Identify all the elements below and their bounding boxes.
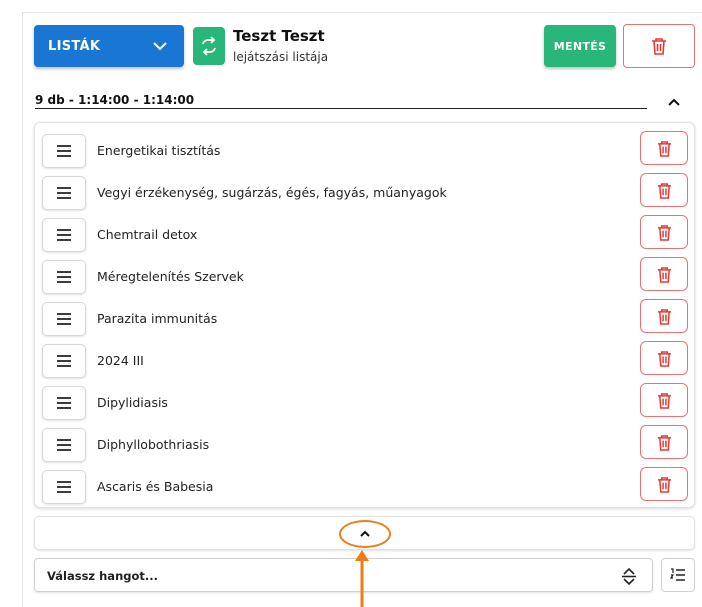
delete-playlist-button[interactable] (623, 24, 695, 68)
save-button[interactable]: MENTÉS (544, 25, 616, 67)
chevron-down-icon (153, 42, 167, 51)
menu-icon (57, 229, 71, 241)
swap-icon (202, 36, 216, 56)
trash-icon (657, 434, 671, 451)
trash-icon (657, 266, 671, 283)
menu-icon (57, 271, 71, 283)
trash-icon (657, 224, 671, 241)
delete-item-button[interactable] (640, 173, 688, 207)
list-item-label: Parazita immunitás (97, 311, 218, 326)
list-item-label: Energetikai tisztítás (97, 143, 221, 158)
list-item: 2024 III (35, 341, 694, 382)
list-item: Ascaris és Babesia (35, 467, 694, 508)
trash-icon (657, 392, 671, 409)
list-item: Dipylidiasis (35, 383, 694, 424)
menu-icon (57, 313, 71, 325)
list-item: Vegyi érzékenység, sugárzás, égés, fagyá… (35, 173, 694, 214)
chevron-up-icon (360, 530, 370, 537)
delete-item-button[interactable] (640, 467, 688, 501)
delete-item-button[interactable] (640, 383, 688, 417)
list-item-label: Dipylidiasis (97, 395, 168, 410)
menu-icon (57, 397, 71, 409)
drag-handle[interactable] (42, 218, 86, 252)
delete-item-button[interactable] (640, 341, 688, 375)
playlist-summary: 9 db - 1:14:00 - 1:14:00 (35, 93, 647, 109)
list-item: Méregtelenítés Szervek (35, 257, 694, 298)
delete-item-button[interactable] (640, 131, 688, 165)
sound-select[interactable]: Válassz hangot... (34, 558, 653, 592)
delete-item-button[interactable] (640, 215, 688, 249)
list-item: Chemtrail detox (35, 215, 694, 256)
collapse-button[interactable] (664, 92, 684, 112)
menu-icon (57, 355, 71, 367)
lists-label: LISTÁK (48, 38, 101, 54)
sort-icon (670, 568, 685, 581)
list-item-label: Diphyllobothriasis (97, 437, 210, 452)
drag-handle[interactable] (42, 470, 86, 504)
list-item-label: Ascaris és Babesia (97, 479, 214, 494)
drag-handle[interactable] (42, 260, 86, 294)
chevron-up-icon (668, 98, 680, 106)
trash-icon (657, 182, 671, 199)
list-item: Parazita immunitás (35, 299, 694, 340)
drag-handle[interactable] (42, 302, 86, 336)
delete-item-button[interactable] (640, 425, 688, 459)
sort-button[interactable] (661, 558, 695, 592)
sound-select-placeholder: Válassz hangot... (47, 569, 158, 583)
trash-icon (652, 38, 666, 55)
playlist-title: Teszt Teszt (233, 27, 325, 45)
list-item-label: 2024 III (97, 353, 144, 368)
drag-handle[interactable] (42, 134, 86, 168)
list-item-label: Méregtelenítés Szervek (97, 269, 244, 284)
annotation-arrow-icon (355, 550, 369, 607)
trash-icon (657, 476, 671, 493)
delete-item-button[interactable] (640, 257, 688, 291)
list-item: Diphyllobothriasis (35, 425, 694, 466)
trash-icon (657, 308, 671, 325)
swap-button[interactable] (193, 27, 225, 65)
list-item-label: Chemtrail detox (97, 227, 198, 242)
playlist-items: Energetikai tisztítás Vegyi érzékenység, … (34, 122, 695, 508)
trash-icon (657, 350, 671, 367)
list-item-label: Vegyi érzékenység, sugárzás, égés, fagyá… (97, 185, 447, 200)
expand-button[interactable] (339, 520, 391, 548)
drag-handle[interactable] (42, 176, 86, 210)
menu-icon (57, 481, 71, 493)
menu-icon (57, 439, 71, 451)
drag-handle[interactable] (42, 428, 86, 462)
unfold-icon (622, 567, 636, 585)
playlist-subtitle: lejátszási listája (233, 50, 329, 64)
lists-dropdown-button[interactable]: LISTÁK (34, 25, 184, 67)
drag-handle[interactable] (42, 344, 86, 378)
trash-icon (657, 140, 671, 157)
delete-item-button[interactable] (640, 299, 688, 333)
list-item: Energetikai tisztítás (35, 131, 694, 172)
expand-bar (34, 516, 695, 550)
menu-icon (57, 145, 71, 157)
drag-handle[interactable] (42, 386, 86, 420)
menu-icon (57, 187, 71, 199)
